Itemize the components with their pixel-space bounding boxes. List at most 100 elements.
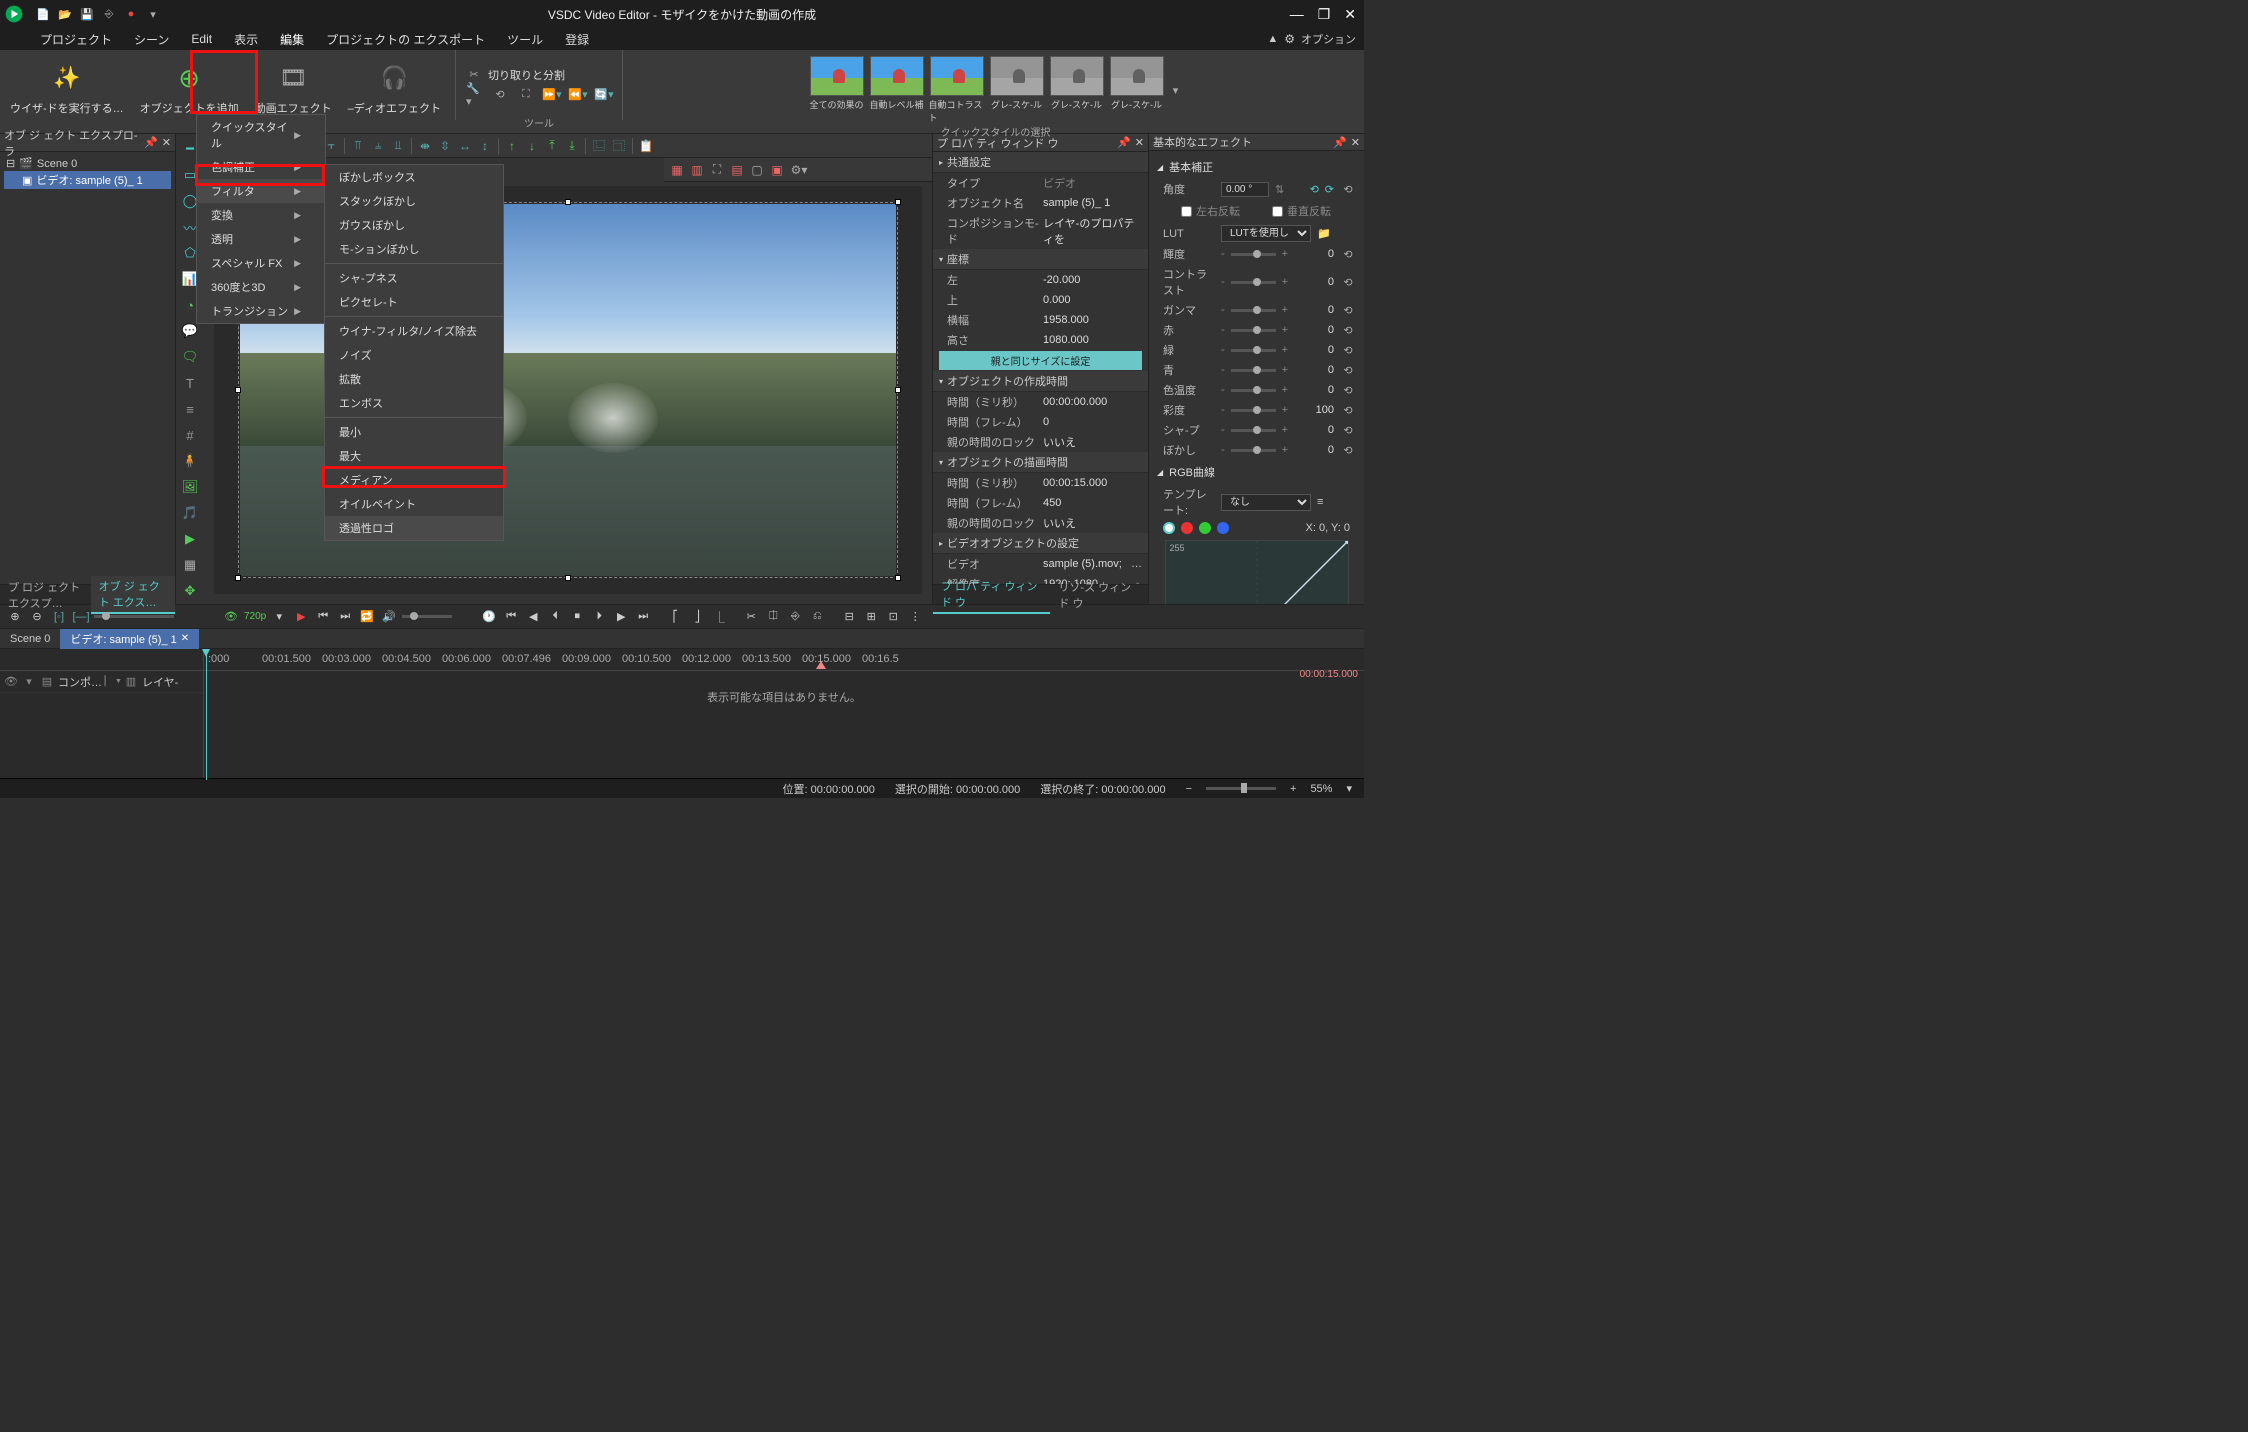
tool-add-person-icon[interactable]: 🧍 [179,450,201,472]
browse-icon[interactable]: … [1131,558,1142,570]
tool-sync-icon[interactable]: 🔄▾ [596,87,612,103]
nav-stop-icon[interactable]: ⏹ [568,608,586,626]
marker-in-icon[interactable]: ⎡ [666,608,684,626]
qat-save-icon[interactable]: 💾 [80,7,94,21]
volume-slider[interactable] [402,615,452,618]
reset-icon[interactable]: ⟲ [1340,324,1356,337]
menu-editor[interactable]: 編集 [280,31,304,48]
nav-next-frame-icon[interactable]: ⏵ [590,608,608,626]
zoom-sel-icon[interactable]: [—] [72,608,90,626]
qat-open-icon[interactable]: 📂 [58,7,72,21]
section-drawtime[interactable]: ▾オブジェクトの描画時間 [933,452,1148,473]
ct-align-top-icon[interactable]: ⫪ [349,137,367,155]
marker-clear-icon[interactable]: ⎿ [710,608,728,626]
split-icon[interactable]: ✂ [742,608,760,626]
nav-prev-icon[interactable]: ◀ [524,608,542,626]
lut-select[interactable]: LUTを使用しない [1221,225,1311,242]
reset-angle-icon[interactable]: ⟲ [1340,183,1356,196]
zoom-out-icon[interactable]: ⊖ [28,608,46,626]
rgb-curves-editor[interactable]: 255 128 0 [1165,540,1349,604]
sb-zoom-out-icon[interactable]: − [1186,783,1192,795]
reset-icon[interactable]: ⟲ [1340,404,1356,417]
ct-down-icon[interactable]: ↓ [523,137,541,155]
reset-icon[interactable]: ⟲ [1340,384,1356,397]
tree-video-sample5[interactable]: ▣ビデオ: sample (5)_ 1 [4,171,171,189]
ct-align-bottom-icon[interactable]: ⫫ [389,137,407,155]
menu-filter[interactable]: フィルタ▶ [197,179,325,203]
spinner-icon[interactable]: ⇅ [1275,183,1284,196]
cut2-icon[interactable]: ⎆ [786,608,804,626]
menu-colorcorrection[interactable]: 色調補正▶ [197,155,325,179]
timeline-ruler[interactable]: :000 00:01.500 00:03.000 00:04.500 00:06… [204,649,1364,670]
timeline-tab-scene[interactable]: Scene 0 [0,631,60,647]
menu-transition[interactable]: トランジション▶ [197,299,325,323]
tree-scene-0[interactable]: ⊟🎬Scene 0 [4,156,171,171]
rotate-left-icon[interactable]: ⟲ [1310,183,1319,196]
ct2-crop4-icon[interactable]: ▤ [728,161,746,179]
tool-crop-icon[interactable]: ⛶ [518,87,534,103]
go-end-icon[interactable]: ⏭ [336,608,354,626]
filter-median[interactable]: メディアン [325,468,503,492]
filter-wiener[interactable]: ウイナ-フィルタ/ノイズ除去 [325,319,503,343]
clock-icon[interactable]: 🕐 [480,608,498,626]
ct-dist-v-icon[interactable]: ⇳ [436,137,454,155]
nav-first-icon[interactable]: ⏮ [502,608,520,626]
curve-channel-green[interactable] [1199,522,1211,534]
section-videosettings[interactable]: ▸ビデオオブジェクトの設定 [933,533,1148,554]
zoom-slider[interactable] [94,615,174,618]
options-label[interactable]: オプション [1301,31,1356,47]
end-marker-icon[interactable] [816,661,826,669]
menu-view[interactable]: 表示 [234,31,258,48]
nav-prev-frame-icon[interactable]: ⏴ [546,608,564,626]
filter-sharpness[interactable]: シャ-プネス [325,266,503,290]
track-header-compo[interactable]: 👁 ▾ ▤ コンポ… ⎸▾ ▥ レイヤ- [0,671,203,693]
filter-pixelate[interactable]: ピクセレ-ト [325,290,503,314]
ct-bottom-icon[interactable]: ⤓ [563,137,581,155]
curve-channel-rgb[interactable] [1163,522,1175,534]
reset-icon[interactable]: ⟲ [1340,424,1356,437]
filter-stackblur[interactable]: スタックぼかし [325,189,503,213]
ct2-crop1-icon[interactable]: ▦ [668,161,686,179]
tool-add-counter-icon[interactable]: # [179,424,201,446]
menu-transform[interactable]: 変換▶ [197,203,325,227]
reset-icon[interactable]: ⟲ [1340,248,1356,261]
ct-align-middle-icon[interactable]: ⫨ [369,137,387,155]
nav-next-icon[interactable]: ▶ [612,608,630,626]
quickstyle-all[interactable]: 全ての効果の [809,56,865,124]
zoom-fit-icon[interactable]: [◦] [50,608,68,626]
ct-up-icon[interactable]: ↑ [503,137,521,155]
menu-transparency[interactable]: 透明▶ [197,227,325,251]
pin-icon[interactable]: 📌 [144,136,158,149]
filter-min[interactable]: 最小 [325,420,503,444]
nav-last-icon[interactable]: ⏭ [634,608,652,626]
qat-record-icon[interactable]: ● [124,7,138,21]
tool-add-audio-icon[interactable]: 🎵 [179,502,201,524]
sb-zoom-dropdown-icon[interactable]: ▾ [1346,782,1352,795]
reset-icon[interactable]: ⟲ [1340,344,1356,357]
temperature-slider[interactable] [1231,389,1276,392]
tool-add-sprite-icon[interactable]: ▦ [179,554,201,576]
ct-group-icon[interactable]: ⿺ [590,137,608,155]
green-slider[interactable] [1231,349,1276,352]
quickstyle-grey1[interactable]: グレ-スケ-ル [989,56,1045,124]
panel-close-icon[interactable]: ✕ [162,136,171,149]
menu-edit[interactable]: Edit [191,32,212,46]
video-effects-button[interactable]: 🎞 動画エフェクト [251,54,336,118]
quickstyle-more-icon[interactable]: ▾ [1169,56,1183,124]
del1-icon[interactable]: ⊟ [840,608,858,626]
curve-menu-icon[interactable]: ≡ [1317,496,1323,508]
minimize-button[interactable]: — [1290,6,1304,22]
eye-icon[interactable]: 👁 [4,675,18,689]
qat-new-icon[interactable]: 📄 [36,7,50,21]
tool-add-image-icon[interactable]: 🖼 [179,476,201,498]
red-slider[interactable] [1231,329,1276,332]
section-coords[interactable]: ▾座標 [933,249,1148,270]
gamma-slider[interactable] [1231,309,1276,312]
ct2-crop3-icon[interactable]: ⛶ [708,161,726,179]
quickstyle-grey3[interactable]: グレ-スケ-ル [1109,56,1165,124]
filter-motionblur[interactable]: モ-ションぼかし [325,237,503,261]
preview-eye-icon[interactable]: 👁 [222,608,240,626]
qat-dropdown-icon[interactable]: ▾ [146,7,160,21]
filter-noise[interactable]: ノイズ [325,343,503,367]
filter-max[interactable]: 最大 [325,444,503,468]
